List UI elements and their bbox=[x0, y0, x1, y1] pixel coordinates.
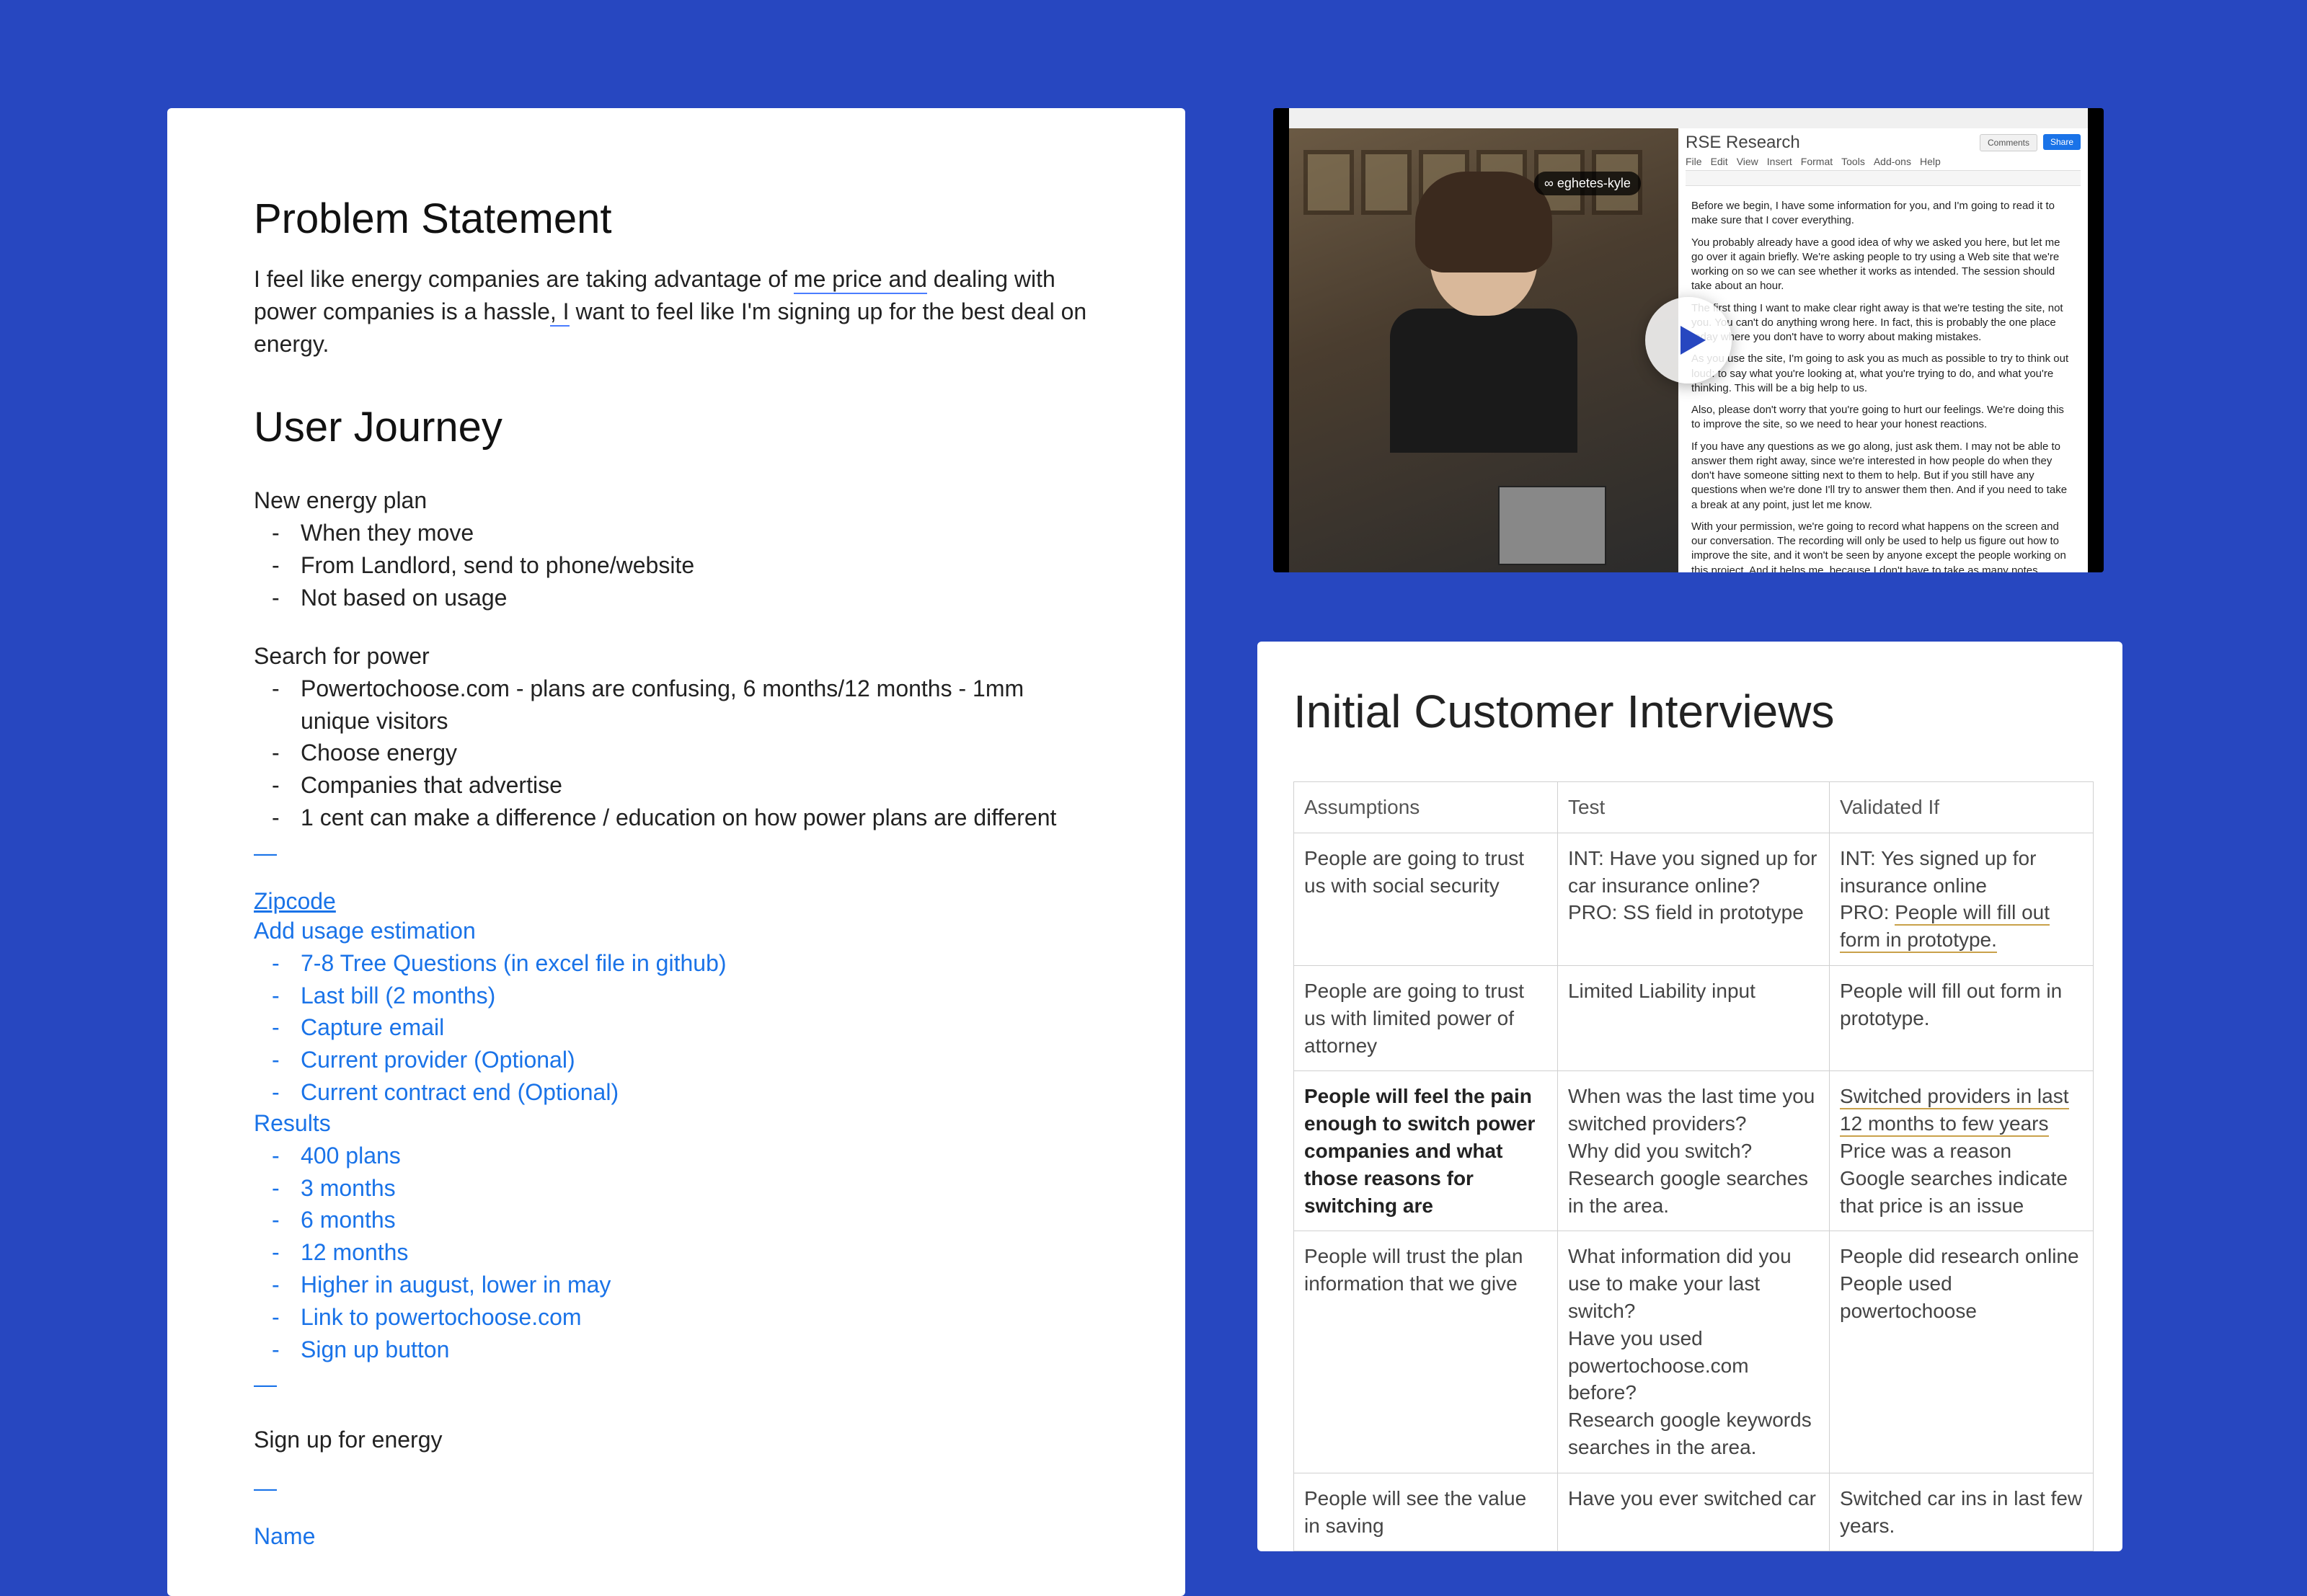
cell-assumption: People will feel the pain enough to swit… bbox=[1294, 1071, 1558, 1231]
script-paragraph: As you use the site, I'm going to ask yo… bbox=[1691, 352, 2075, 396]
gdocs-menu[interactable]: FileEditViewInsertFormatToolsAdd-onsHelp bbox=[1686, 156, 2081, 167]
field-name: Name bbox=[254, 1523, 1099, 1550]
list-item: Current provider (Optional) bbox=[301, 1044, 1099, 1076]
list-item: Current contract end (Optional) bbox=[301, 1076, 1099, 1109]
cell-validated: Switched providers in last 12 months to … bbox=[1830, 1071, 2094, 1231]
table-row: People will trust the plan information t… bbox=[1294, 1231, 2094, 1473]
cell-test: What information did you use to make you… bbox=[1557, 1231, 1829, 1473]
section-usage-estimation: Add usage estimation bbox=[254, 918, 1099, 944]
list-usage-estimation: 7-8 Tree Questions (in excel file in git… bbox=[254, 947, 1099, 1109]
list-item: Companies that advertise bbox=[301, 769, 1099, 802]
cell-validated: INT: Yes signed up for insurance online … bbox=[1830, 833, 2094, 965]
interviews-title: Initial Customer Interviews bbox=[1293, 685, 2094, 738]
section-results: Results bbox=[254, 1110, 1099, 1137]
validated-link: Switched providers in last 12 months to … bbox=[1840, 1085, 2068, 1137]
script-paragraph: If you have any questions as we go along… bbox=[1691, 440, 2075, 513]
list-item: Last bill (2 months) bbox=[301, 980, 1099, 1012]
table-row: People are going to trust us with social… bbox=[1294, 833, 2094, 965]
script-paragraph: With your permission, we're going to rec… bbox=[1691, 520, 2075, 572]
cell-validated: Switched car ins in last few years. bbox=[1830, 1473, 2094, 1551]
problem-statement-doc: Problem Statement I feel like energy com… bbox=[167, 108, 1185, 1596]
call-id-pill: ∞ eghetes-kyle bbox=[1534, 172, 1641, 195]
doc-heading-journey: User Journey bbox=[254, 403, 1099, 451]
section-new-energy-plan: New energy plan bbox=[254, 487, 1099, 514]
list-item: Link to powertochoose.com bbox=[301, 1301, 1099, 1334]
cell-assumption: People will see the value in saving bbox=[1294, 1473, 1558, 1551]
doc-heading-problem: Problem Statement bbox=[254, 195, 1099, 243]
list-item: 6 months bbox=[301, 1204, 1099, 1236]
list-item: Higher in august, lower in may bbox=[301, 1269, 1099, 1301]
gdocs-toolbar[interactable] bbox=[1686, 170, 2081, 186]
cell-validated: People will fill out form in prototype. bbox=[1830, 965, 2094, 1070]
script-paragraph: Also, please don't worry that you're goi… bbox=[1691, 403, 2075, 433]
list-item: 7-8 Tree Questions (in excel file in git… bbox=[301, 947, 1099, 980]
list-search-for-power: Powertochoose.com - plans are confusing,… bbox=[254, 673, 1099, 834]
script-paragraph: You probably already have a good idea of… bbox=[1691, 236, 2075, 294]
comments-button[interactable]: Comments bbox=[1980, 134, 2037, 151]
share-button[interactable]: Share bbox=[2043, 134, 2081, 150]
zipcode-link[interactable]: Zipcode bbox=[254, 888, 336, 914]
cell-validated: People did research online People used p… bbox=[1830, 1231, 2094, 1473]
cell-test: When was the last time you switched prov… bbox=[1557, 1071, 1829, 1231]
col-validated: Validated If bbox=[1830, 782, 2094, 833]
participant-main bbox=[1376, 186, 1592, 460]
gdocs-body: Before we begin, I have some information… bbox=[1678, 187, 2088, 572]
script-paragraph: Before we begin, I have some information… bbox=[1691, 199, 2075, 229]
list-item: 12 months bbox=[301, 1236, 1099, 1269]
list-item: Not based on usage bbox=[301, 582, 1099, 614]
gdocs-pane: kyle@thoughtbot.com RSE Research FileEdi… bbox=[1678, 128, 2088, 572]
list-new-energy-plan: When they move From Landlord, send to ph… bbox=[254, 517, 1099, 613]
list-item: 3 months bbox=[301, 1172, 1099, 1205]
list-item: Capture email bbox=[301, 1011, 1099, 1044]
table-row: People will see the value in savingHave … bbox=[1294, 1473, 2094, 1551]
video-call-frame: ∞ eghetes-kyle bbox=[1289, 128, 1678, 572]
script-paragraph: The first thing I want to make clear rig… bbox=[1691, 301, 2075, 345]
divider-dash: — bbox=[254, 840, 1099, 866]
assumptions-table: Assumptions Test Validated If People are… bbox=[1293, 781, 2094, 1551]
cell-test: INT: Have you signed up for car insuranc… bbox=[1557, 833, 1829, 965]
divider-dash: — bbox=[254, 1371, 1099, 1398]
section-search-for-power: Search for power bbox=[254, 643, 1099, 670]
browser-chrome bbox=[1289, 108, 2088, 128]
problem-statement-text: I feel like energy companies are taking … bbox=[254, 263, 1099, 360]
list-item: Sign up button bbox=[301, 1334, 1099, 1366]
divider-dash: — bbox=[254, 1475, 1099, 1502]
cell-test: Limited Liability input bbox=[1557, 965, 1829, 1070]
list-results: 400 plans 3 months 6 months 12 months Hi… bbox=[254, 1140, 1099, 1366]
play-icon bbox=[1673, 322, 1709, 358]
list-item: 1 cent can make a difference / education… bbox=[301, 802, 1099, 834]
initial-interviews-panel: Initial Customer Interviews Assumptions … bbox=[1257, 642, 2122, 1551]
col-assumptions: Assumptions bbox=[1294, 782, 1558, 833]
table-row: People are going to trust us with limite… bbox=[1294, 965, 2094, 1070]
cell-assumption: People are going to trust us with social… bbox=[1294, 833, 1558, 965]
cell-assumption: People will trust the plan information t… bbox=[1294, 1231, 1558, 1473]
section-signup: Sign up for energy bbox=[254, 1427, 1099, 1453]
play-button[interactable] bbox=[1645, 297, 1732, 384]
list-item: From Landlord, send to phone/website bbox=[301, 549, 1099, 582]
list-item: Choose energy bbox=[301, 737, 1099, 769]
interview-video-thumbnail[interactable]: ∞ eghetes-kyle kyle@thoughtbot.com RSE R… bbox=[1273, 108, 2104, 572]
list-item: 400 plans bbox=[301, 1140, 1099, 1172]
table-row: People will feel the pain enough to swit… bbox=[1294, 1071, 2094, 1231]
cell-test: Have you ever switched car bbox=[1557, 1473, 1829, 1551]
list-item: Powertochoose.com - plans are confusing,… bbox=[301, 673, 1099, 737]
list-item: When they move bbox=[301, 517, 1099, 549]
validated-link: People will fill out form in prototype. bbox=[1840, 901, 2050, 953]
participant-pip bbox=[1498, 486, 1606, 565]
cell-assumption: People are going to trust us with limite… bbox=[1294, 965, 1558, 1070]
col-test: Test bbox=[1557, 782, 1829, 833]
